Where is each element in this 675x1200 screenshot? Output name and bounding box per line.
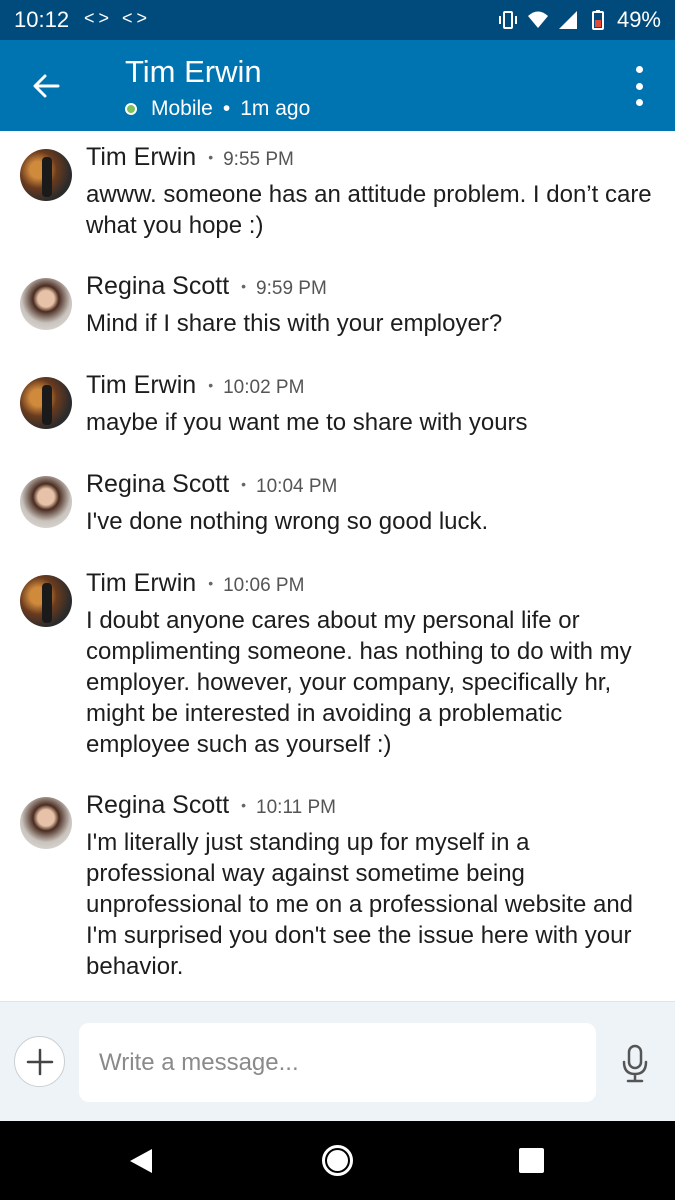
more-vert-icon-dot <box>635 99 643 106</box>
message-time: 10:06 PM <box>223 575 305 596</box>
code-icons: <> <> <box>84 8 152 28</box>
message-text: I've done nothing wrong so good luck. <box>86 508 489 535</box>
message-time: 10:02 PM <box>223 377 305 398</box>
signal-icon <box>558 11 577 29</box>
voice-message-button[interactable] <box>617 1042 653 1086</box>
separator-dot: • <box>222 97 231 120</box>
avatar[interactable] <box>20 575 72 627</box>
message-time: 9:55 PM <box>223 149 294 170</box>
message-composer <box>0 1001 675 1121</box>
message-time: 10:04 PM <box>256 476 338 497</box>
wifi-icon <box>527 11 548 28</box>
status-bar: 10:12 <> <> 49% <box>0 0 675 40</box>
message-time: 9:59 PM <box>256 278 327 299</box>
dot-separator: • <box>208 377 214 393</box>
battery-percent: 49% <box>616 7 661 32</box>
app-bar: Tim Erwin Mobile • 1m ago <box>0 40 675 131</box>
sender-name[interactable]: Tim Erwin <box>86 143 196 172</box>
message-body: Tim Erwin • 9:55 PM awww. someone has an a… <box>86 143 653 241</box>
nav-back-icon[interactable] <box>128 1147 154 1175</box>
presence-device: Mobile <box>151 97 213 120</box>
nav-home-icon[interactable] <box>322 1145 353 1176</box>
presence-status: Mobile • 1m ago <box>125 97 310 121</box>
dot-separator: • <box>241 278 247 294</box>
avatar[interactable] <box>20 476 72 528</box>
message-list[interactable]: Tim Erwin • 9:55 PM awww. someone has an a… <box>0 131 675 1001</box>
message-text: I doubt anyone cares about my personal l… <box>86 607 632 758</box>
more-vert-icon <box>635 66 643 73</box>
sender-name[interactable]: Regina Scott <box>86 791 229 820</box>
message-input[interactable] <box>79 1023 596 1102</box>
last-seen: 1m ago <box>240 97 311 120</box>
back-arrow-icon <box>33 74 60 98</box>
message-text: I'm literally just standing up for mysel… <box>86 829 634 980</box>
message-body: Regina Scott • 9:59 PM Mind if I share thi… <box>86 272 653 339</box>
avatar[interactable] <box>20 278 72 330</box>
dot-separator: • <box>208 575 214 591</box>
status-right: 49% <box>497 7 661 33</box>
dot-separator: • <box>241 797 247 813</box>
more-options-button[interactable] <box>631 66 647 106</box>
more-vert-icon-dot <box>635 82 643 90</box>
message-body: Regina Scott • 10:04 PM I've done nothing … <box>86 470 653 537</box>
message-body: Tim Erwin • 10:06 PM I doubt anyone cares … <box>86 569 653 760</box>
sender-name[interactable]: Regina Scott <box>86 272 229 301</box>
message-body: Tim Erwin • 10:02 PM maybe if you want me … <box>86 371 653 438</box>
add-attachment-button[interactable] <box>14 1036 65 1087</box>
sender-name[interactable]: Regina Scott <box>86 470 229 499</box>
avatar[interactable] <box>20 797 72 849</box>
dot-separator: • <box>208 149 214 165</box>
chat-title[interactable]: Tim Erwin <box>125 54 262 90</box>
system-nav-bar <box>0 1121 675 1200</box>
vibrate-icon <box>498 11 517 29</box>
sender-name[interactable]: Tim Erwin <box>86 371 196 400</box>
message-text: Mind if I share this with your employer? <box>86 310 503 337</box>
avatar[interactable] <box>20 377 72 429</box>
nav-recents-icon[interactable] <box>519 1148 544 1173</box>
avatar[interactable] <box>20 149 72 201</box>
back-button[interactable] <box>26 66 66 106</box>
message-text: awww. someone has an attitude problem. I… <box>86 181 652 239</box>
message-body: Regina Scott • 10:11 PM I'm literally just… <box>86 791 653 982</box>
sender-name[interactable]: Tim Erwin <box>86 569 196 598</box>
message-text: maybe if you want me to share with yours <box>86 409 528 436</box>
online-indicator-icon <box>125 103 137 115</box>
plus-icon <box>26 1048 53 1075</box>
message-time: 10:11 PM <box>256 797 336 818</box>
status-time: 10:12 <box>14 7 70 32</box>
battery-icon <box>591 10 604 30</box>
dot-separator: • <box>241 476 247 492</box>
microphone-icon <box>622 1044 648 1083</box>
